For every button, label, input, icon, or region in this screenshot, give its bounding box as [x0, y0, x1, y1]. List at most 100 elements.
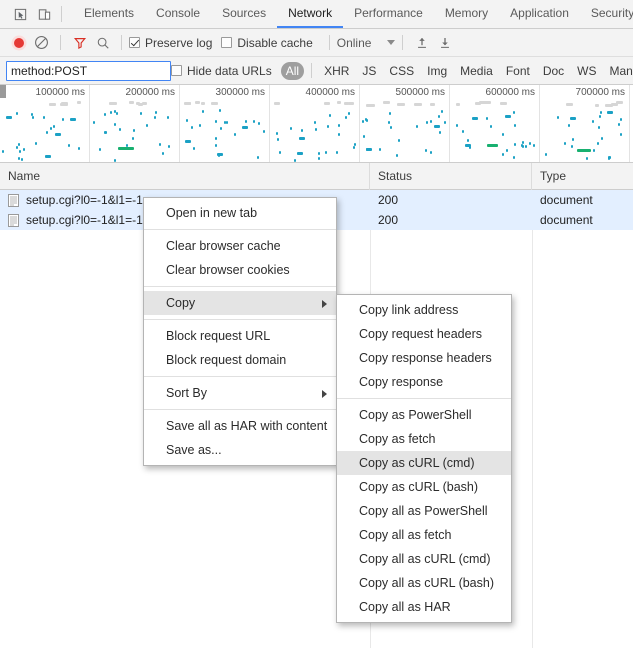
- overview-request-bar: [299, 136, 306, 140]
- menu-item-copy-request-headers[interactable]: Copy request headers: [337, 322, 511, 346]
- menu-item-label: Copy request headers: [359, 327, 482, 341]
- menu-separator: [144, 409, 336, 410]
- overview-request-bar: [241, 125, 248, 129]
- tab-sources[interactable]: Sources: [211, 0, 277, 28]
- menu-item-sort-by[interactable]: Sort By: [144, 381, 336, 405]
- filter-funnel-icon[interactable]: [68, 31, 91, 54]
- overview-request-bar: [504, 114, 511, 118]
- disable-cache-checkbox[interactable]: Disable cache: [221, 36, 313, 50]
- overview-request-bar: [234, 132, 237, 136]
- clear-icon[interactable]: [30, 31, 53, 54]
- toolbar-divider-2: [121, 35, 122, 50]
- filter-label: JS: [362, 63, 377, 78]
- document-icon: [8, 213, 19, 227]
- devtools-tabbar: Elements Console Sources Network Perform…: [0, 0, 633, 29]
- checkbox-box: [129, 37, 140, 48]
- tab-security[interactable]: Security: [580, 0, 633, 28]
- column-header-status[interactable]: Status: [370, 162, 532, 190]
- tab-memory[interactable]: Memory: [434, 0, 499, 28]
- menu-item-open-in-new-tab[interactable]: Open in new tab: [144, 201, 336, 225]
- menu-item-copy-as-fetch[interactable]: Copy as fetch: [337, 427, 511, 451]
- filter-type-doc[interactable]: Doc: [537, 62, 570, 80]
- menu-item-copy-all-as-curl-cmd[interactable]: Copy all as cURL (cmd): [337, 547, 511, 571]
- menu-item-block-request-url[interactable]: Block request URL: [144, 324, 336, 348]
- overview-request-bar: [521, 145, 524, 149]
- tab-network[interactable]: Network: [277, 0, 344, 28]
- column-divider-type[interactable]: [532, 230, 533, 648]
- menu-item-block-request-domain[interactable]: Block request domain: [144, 348, 336, 372]
- filter-type-ws[interactable]: WS: [571, 62, 602, 80]
- filter-type-js[interactable]: JS: [356, 62, 382, 80]
- menu-item-copy-as-powershell[interactable]: Copy as PowerShell: [337, 403, 511, 427]
- menu-item-label: Save all as HAR with content: [166, 419, 328, 433]
- throttling-dropdown[interactable]: Online: [337, 36, 396, 50]
- record-icon[interactable]: [7, 31, 30, 54]
- overview-request-bar: [569, 117, 576, 121]
- menu-item-save-as[interactable]: Save as...: [144, 438, 336, 462]
- filter-type-img[interactable]: Img: [421, 62, 453, 80]
- menu-item-copy-as-curl-bash[interactable]: Copy as cURL (bash): [337, 475, 511, 499]
- overview-request-bar: [257, 155, 260, 159]
- search-icon[interactable]: [91, 31, 114, 54]
- overview-request-bar: [114, 122, 117, 126]
- filter-type-xhr[interactable]: XHR: [318, 62, 355, 80]
- menu-item-clear-browser-cache[interactable]: Clear browser cache: [144, 234, 336, 258]
- filter-label: Img: [427, 63, 448, 78]
- menu-item-label: Copy all as PowerShell: [359, 504, 488, 518]
- overview-marker: [48, 102, 57, 106]
- menu-item-label: Block request URL: [166, 329, 271, 343]
- preserve-log-checkbox[interactable]: Preserve log: [129, 36, 212, 50]
- overview-marker: [396, 103, 405, 107]
- filter-type-media[interactable]: Media: [454, 62, 499, 80]
- column-header-type[interactable]: Type: [532, 163, 633, 190]
- tab-label: Memory: [444, 6, 489, 20]
- export-har-icon[interactable]: [433, 31, 456, 54]
- filter-type-all[interactable]: All: [280, 61, 305, 80]
- overview-marker: [605, 103, 613, 107]
- overview-request-bar: [20, 157, 23, 161]
- submenu-arrow-icon: [322, 300, 327, 308]
- overview-request-bar: [158, 142, 161, 146]
- tab-console[interactable]: Console: [145, 0, 211, 28]
- menu-item-label: Copy link address: [359, 303, 459, 317]
- filter-type-css[interactable]: CSS: [383, 62, 420, 80]
- import-har-icon[interactable]: [410, 31, 433, 54]
- device-toolbar-icon[interactable]: [32, 2, 56, 26]
- filter-type-font[interactable]: Font: [500, 62, 536, 80]
- cell-status: 200: [378, 193, 399, 207]
- tab-label: Elements: [84, 6, 135, 20]
- tab-performance[interactable]: Performance: [343, 0, 434, 28]
- menu-item-copy[interactable]: Copy: [144, 291, 336, 315]
- overview-request-bar: [352, 145, 355, 149]
- inspect-element-icon[interactable]: [8, 2, 32, 26]
- menu-item-copy-all-as-fetch[interactable]: Copy all as fetch: [337, 523, 511, 547]
- menu-item-copy-as-curl-cmd[interactable]: Copy as cURL (cmd): [337, 451, 511, 475]
- menu-item-copy-response-headers[interactable]: Copy response headers: [337, 346, 511, 370]
- overview-left-handle[interactable]: [0, 85, 6, 98]
- network-overview-timeline[interactable]: 100000 ms 200000 ms 300000 ms 400000 ms 5000…: [0, 85, 633, 163]
- overview-request-bar: [336, 150, 339, 154]
- column-header-name[interactable]: Name: [0, 162, 370, 190]
- tab-elements[interactable]: Elements: [73, 0, 145, 28]
- overview-request-bar: [389, 126, 392, 130]
- toolbar-divider-3: [328, 35, 330, 50]
- filter-label: WS: [577, 63, 597, 78]
- filter-input[interactable]: [6, 60, 171, 81]
- menu-item-copy-all-as-har[interactable]: Copy all as HAR: [337, 595, 511, 619]
- menu-item-save-all-as-har-with-content[interactable]: Save all as HAR with content: [144, 414, 336, 438]
- filter-label: XHR: [324, 63, 350, 78]
- overview-request-bar: [416, 124, 419, 128]
- menu-item-copy-link-address[interactable]: Copy link address: [337, 298, 511, 322]
- menu-item-copy-response[interactable]: Copy response: [337, 370, 511, 394]
- filter-type-manifest[interactable]: Manifest: [604, 62, 633, 80]
- tab-application[interactable]: Application: [499, 0, 580, 28]
- menu-separator: [337, 398, 511, 399]
- devtools-network-panel: Elements Console Sources Network Perform…: [0, 0, 633, 648]
- hide-data-urls-checkbox[interactable]: Hide data URLs: [171, 64, 272, 78]
- menu-item-copy-all-as-powershell[interactable]: Copy all as PowerShell: [337, 499, 511, 523]
- cell-type: document: [540, 193, 593, 207]
- overview-request-bar: [317, 156, 320, 160]
- menu-item-label: Clear browser cache: [166, 239, 281, 253]
- menu-item-copy-all-as-curl-bash[interactable]: Copy all as cURL (bash): [337, 571, 511, 595]
- menu-item-clear-browser-cookies[interactable]: Clear browser cookies: [144, 258, 336, 282]
